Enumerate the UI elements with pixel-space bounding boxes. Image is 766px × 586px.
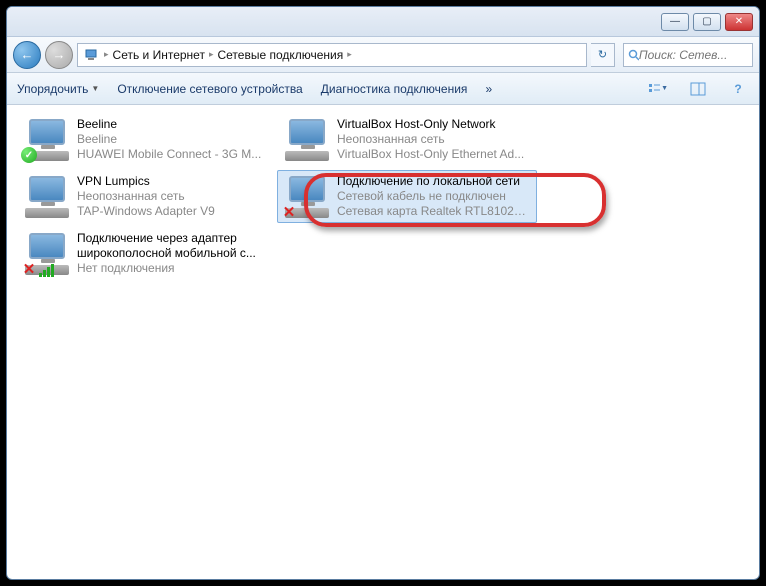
connection-device: VirtualBox Host-Only Ethernet Ad... <box>337 147 524 162</box>
connection-text: VPN LumpicsНеопознанная сетьTAP-Windows … <box>77 174 215 219</box>
maximize-button[interactable]: ▢ <box>693 13 721 31</box>
organize-button[interactable]: Упорядочить▼ <box>17 82 99 96</box>
refresh-button[interactable]: ↻ <box>591 43 615 67</box>
connection-icon: ✕ <box>23 231 71 275</box>
connection-item[interactable]: ✕ Подключение по локальной сетиСетевой ка… <box>277 170 537 223</box>
connection-item[interactable]: VirtualBox Host-Only NetworkНеопознанная… <box>277 113 537 166</box>
network-icon <box>82 46 100 64</box>
address-bar[interactable]: ▸ Сеть и Интернет ▸ Сетевые подключения … <box>77 43 587 67</box>
view-options-button[interactable]: ▼ <box>647 78 669 100</box>
connection-title: VPN Lumpics <box>77 174 215 189</box>
connection-title: VirtualBox Host-Only Network <box>337 117 524 132</box>
chevron-down-icon: ▼ <box>91 84 99 93</box>
chevron-right-icon: ▸ <box>347 49 352 60</box>
toolbar: Упорядочить▼ Отключение сетевого устройс… <box>7 73 759 105</box>
connection-status: Beeline <box>77 132 261 147</box>
signal-bars-icon <box>39 264 54 277</box>
minimize-button[interactable]: — <box>661 13 689 31</box>
breadcrumb-item[interactable]: Сеть и Интернет <box>113 48 205 62</box>
connection-text: BeelineBeelineHUAWEI Mobile Connect - 3G… <box>77 117 261 162</box>
chevron-right-icon: ▸ <box>104 49 109 60</box>
connection-text: VirtualBox Host-Only NetworkНеопознанная… <box>337 117 524 162</box>
connection-title: Подключение по локальной сети <box>337 174 531 189</box>
close-button[interactable]: ✕ <box>725 13 753 31</box>
chevron-right-icon: ▸ <box>209 49 214 60</box>
connection-icon: ✓ <box>23 117 71 161</box>
connection-icon: ✕ <box>283 174 331 218</box>
connection-status: Нет подключения <box>77 261 271 276</box>
status-ok-icon: ✓ <box>21 147 37 163</box>
back-button[interactable]: ← <box>13 41 41 69</box>
search-icon <box>628 49 639 61</box>
connection-status: Неопознанная сеть <box>77 189 215 204</box>
search-box[interactable] <box>623 43 753 67</box>
preview-pane-button[interactable] <box>687 78 709 100</box>
connection-text: Подключение по локальной сетиСетевой каб… <box>337 174 531 219</box>
titlebar: — ▢ ✕ <box>7 7 759 37</box>
connection-status: Неопознанная сеть <box>337 132 524 147</box>
connection-item[interactable]: VPN LumpicsНеопознанная сетьTAP-Windows … <box>17 170 277 223</box>
forward-button[interactable]: → <box>45 41 73 69</box>
help-button[interactable]: ? <box>727 78 749 100</box>
connection-title: Подключение через адаптер широкополосной… <box>77 231 271 261</box>
breadcrumb-item[interactable]: Сетевые подключения <box>217 48 343 62</box>
connection-device: Сетевая карта Realtek RTL8102E/... <box>337 204 531 219</box>
connection-icon <box>23 174 71 218</box>
more-button[interactable]: » <box>485 82 492 96</box>
search-input[interactable] <box>639 48 748 62</box>
navbar: ← → ▸ Сеть и Интернет ▸ Сетевые подключе… <box>7 37 759 73</box>
connections-list: ✓BeelineBeelineHUAWEI Mobile Connect - 3… <box>7 105 759 292</box>
connection-status: Сетевой кабель не подключен <box>337 189 531 204</box>
diagnose-button[interactable]: Диагностика подключения <box>321 82 468 96</box>
connection-title: Beeline <box>77 117 261 132</box>
connection-item[interactable]: ✓BeelineBeelineHUAWEI Mobile Connect - 3… <box>17 113 277 166</box>
connection-icon <box>283 117 331 161</box>
status-error-icon: ✕ <box>281 204 297 220</box>
connection-item[interactable]: ✕ Подключение через адаптер широкополосно… <box>17 227 277 280</box>
disable-device-button[interactable]: Отключение сетевого устройства <box>117 82 302 96</box>
connection-device: HUAWEI Mobile Connect - 3G M... <box>77 147 261 162</box>
explorer-window: — ▢ ✕ ← → ▸ Сеть и Интернет ▸ Сетевые по… <box>6 6 760 580</box>
connection-text: Подключение через адаптер широкополосной… <box>77 231 271 276</box>
connection-device: TAP-Windows Adapter V9 <box>77 204 215 219</box>
status-error-icon: ✕ <box>21 261 37 277</box>
